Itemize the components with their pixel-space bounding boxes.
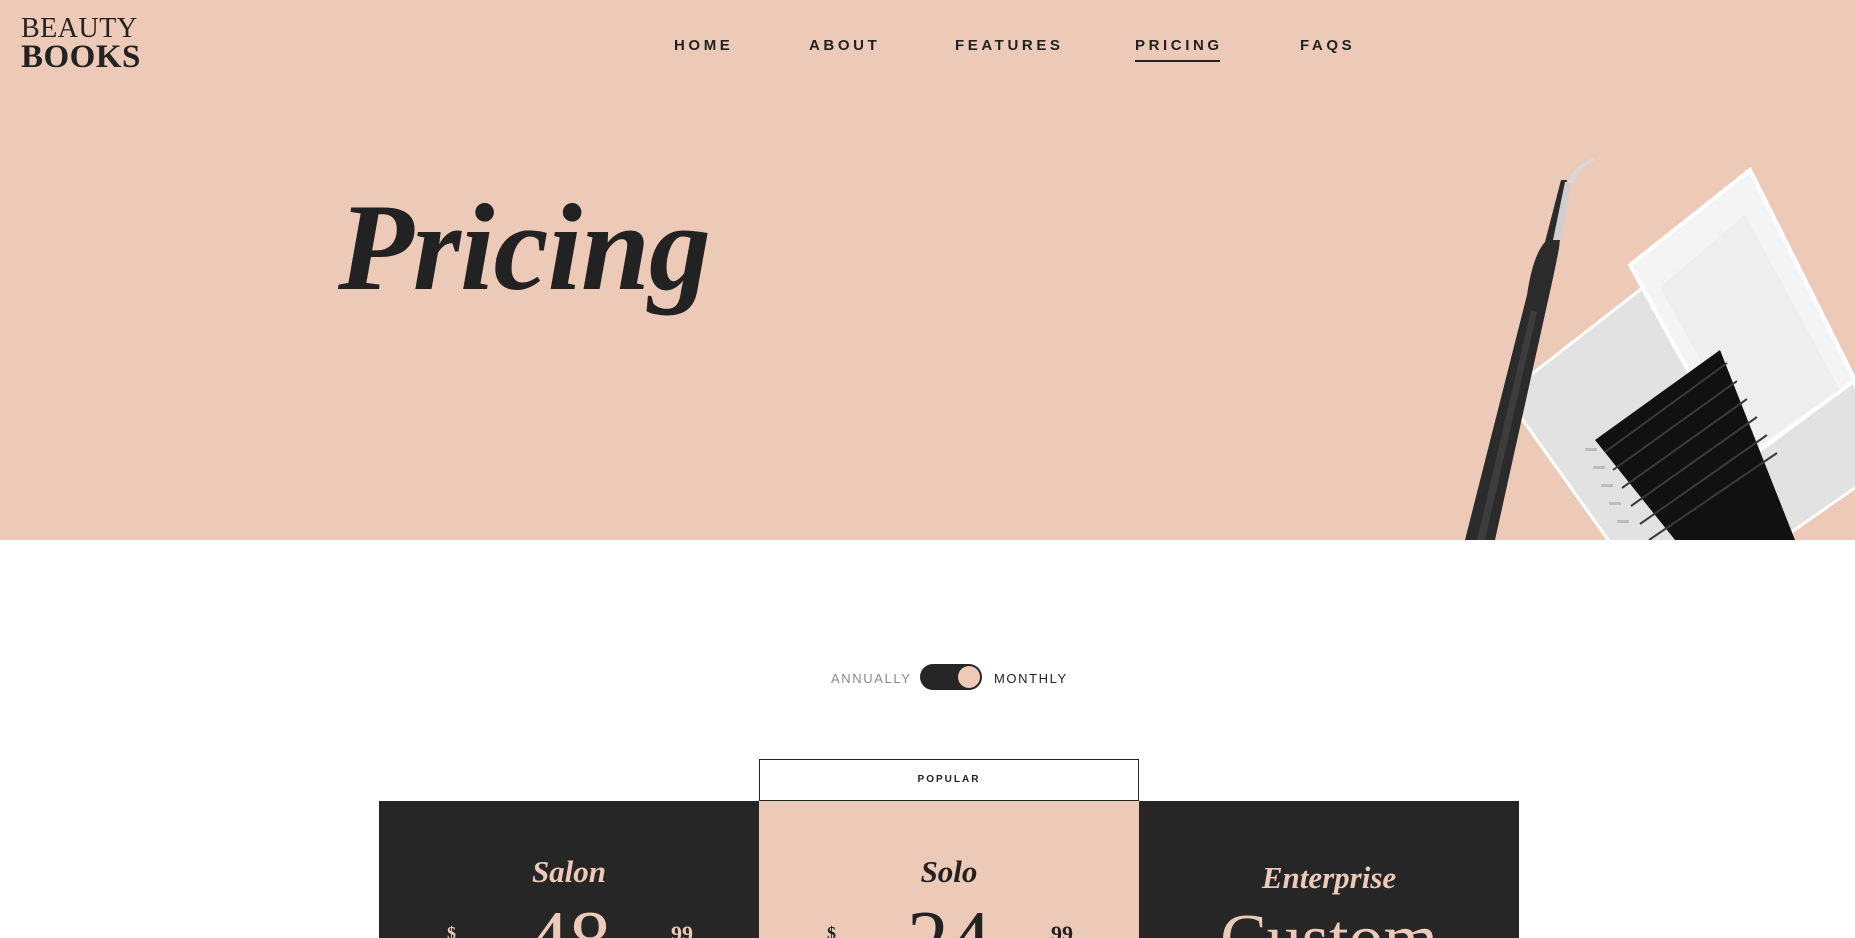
main-nav: HOME ABOUT FEATURES PRICING FAQS <box>0 37 1855 67</box>
hero-section: BEAUTY BOOKS HOME ABOUT FEATURES PRICING… <box>0 0 1855 540</box>
nav-home[interactable]: HOME <box>674 37 733 54</box>
plan-price: $ 24 99 <box>759 899 1139 938</box>
plan-name: Enterprise <box>1261 860 1397 895</box>
billing-period-toggle[interactable] <box>920 664 982 690</box>
nav-features[interactable]: FEATURES <box>955 37 1064 54</box>
billing-annually-label[interactable]: ANNUALLY <box>831 671 911 686</box>
plan-price-custom: Custom <box>1139 905 1519 938</box>
plan-name: Salon <box>531 854 607 889</box>
plan-name: Solo <box>920 854 978 889</box>
toggle-knob <box>958 666 980 688</box>
billing-monthly-label[interactable]: MONTHLY <box>994 671 1068 686</box>
price-cents: 99 <box>671 921 693 938</box>
page-title: Pricing <box>338 179 711 316</box>
nav-about[interactable]: ABOUT <box>809 37 880 54</box>
plan-card-salon[interactable]: Salon $ 48 99 <box>379 801 759 938</box>
nav-pricing[interactable]: PRICING <box>1135 37 1223 62</box>
price-amount: 48 <box>379 899 759 938</box>
lash-tray-and-tweezers-image <box>1465 158 1855 540</box>
pricing-plans: POPULAR Salon $ 48 99 Solo $ 24 99 Enter… <box>379 759 1519 938</box>
nav-faqs[interactable]: FAQS <box>1300 37 1355 54</box>
popular-badge: POPULAR <box>759 759 1139 801</box>
plan-price: $ 48 99 <box>379 899 759 938</box>
plan-card-enterprise[interactable]: Enterprise Custom <box>1139 801 1519 938</box>
plan-card-solo[interactable]: Solo $ 24 99 <box>759 801 1139 938</box>
price-amount: 24 <box>759 899 1139 938</box>
billing-toggle-row: ANNUALLY MONTHLY <box>0 664 1855 692</box>
price-cents: 99 <box>1051 921 1073 938</box>
